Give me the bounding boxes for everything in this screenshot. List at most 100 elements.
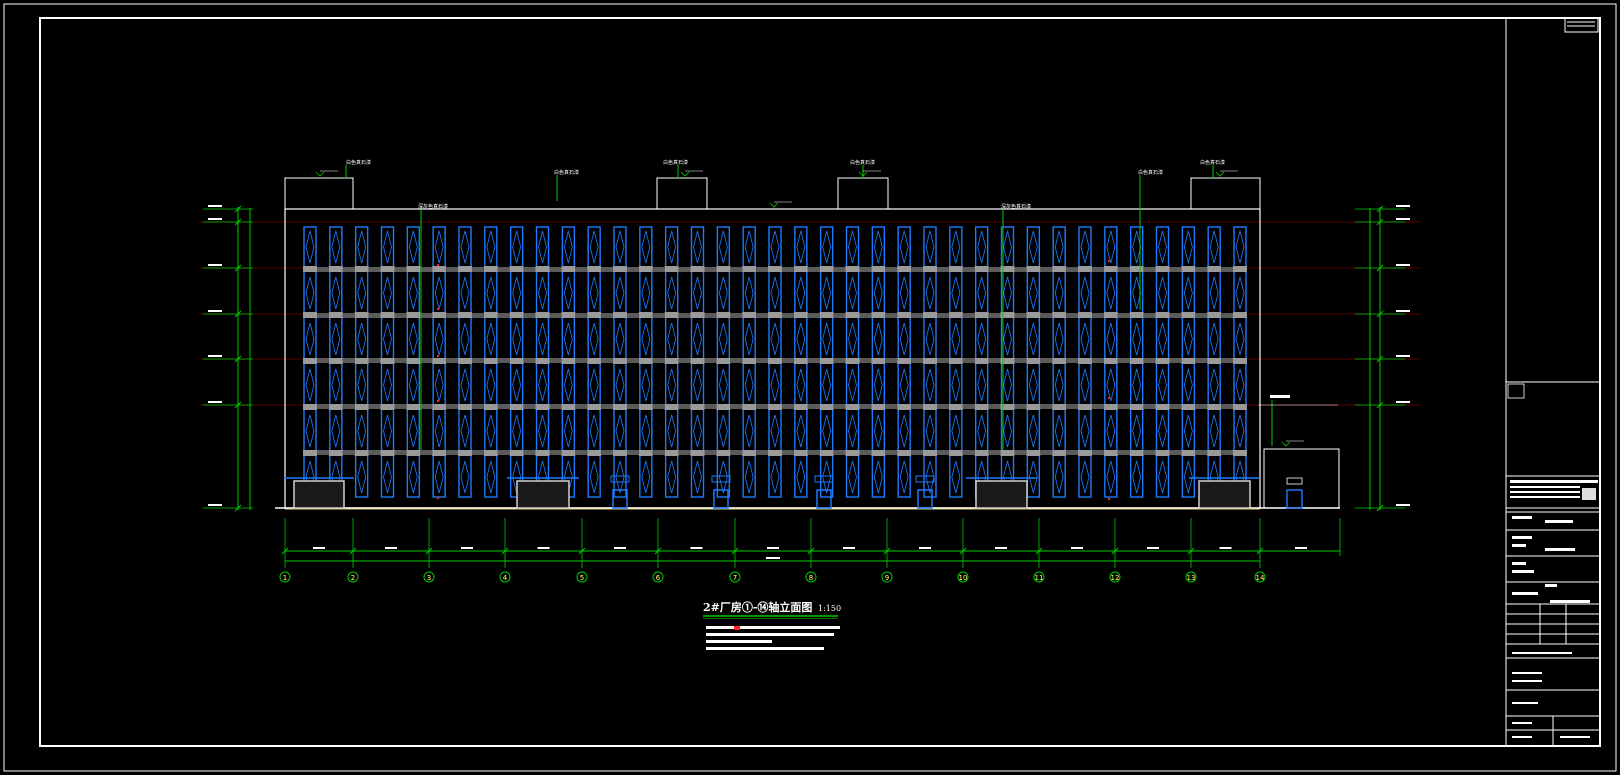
- spandrel-band: [988, 450, 1001, 455]
- spandrel-band: [1092, 404, 1104, 409]
- window-diamond: [331, 414, 341, 448]
- floor-band: [871, 358, 886, 364]
- spandrel-band: [1117, 450, 1130, 455]
- floor-band: [948, 266, 963, 272]
- window-diamond: [331, 276, 341, 310]
- floor-band: [587, 312, 602, 318]
- spandrel-band: [1092, 313, 1104, 318]
- spandrel-band: [601, 313, 613, 318]
- spandrel-band: [1221, 267, 1233, 272]
- floor-band: [432, 358, 447, 364]
- axis-dim-value: [461, 547, 473, 549]
- spandrel-band: [368, 313, 381, 318]
- spandrel-band: [549, 450, 562, 455]
- spandrel-band: [627, 450, 639, 455]
- floor-band: [587, 358, 602, 364]
- floor-band: [664, 358, 679, 364]
- cad-drawing-canvas: 白色真石漆白色真石漆白色真石漆 白色真石漆白色真石漆白色真石漆深灰色真石漆 深灰色真…: [3, 3, 1617, 772]
- floor-band: [1155, 266, 1170, 272]
- spandrel-band: [937, 267, 949, 272]
- axis-label: 13: [1187, 574, 1196, 582]
- window-diamond: [357, 230, 367, 264]
- window-diamond: [873, 276, 883, 310]
- window-diamond: [512, 368, 522, 402]
- floor-band: [974, 312, 989, 318]
- spandrel-band: [523, 313, 536, 318]
- window-diamond: [693, 460, 702, 494]
- window-diamond: [1003, 230, 1012, 264]
- spandrel-band: [601, 404, 613, 409]
- window-diamond: [796, 276, 806, 310]
- floor-band: [768, 450, 782, 456]
- floor-band: [1155, 404, 1170, 410]
- floor-band: [587, 266, 602, 272]
- floor-band: [1129, 450, 1144, 456]
- axis-label: 4: [503, 574, 508, 582]
- spandrel-band: [1221, 313, 1233, 318]
- floor-band: [948, 404, 963, 410]
- spandrel-band: [885, 358, 898, 363]
- level-value: [208, 401, 222, 403]
- floor-band: [716, 358, 731, 364]
- window-diamond: [434, 368, 444, 402]
- spandrel-band: [317, 404, 329, 409]
- spandrel-band: [1014, 450, 1027, 455]
- window-diamond: [1028, 368, 1038, 402]
- floor-band: [716, 404, 731, 410]
- outer-border: [3, 3, 1617, 772]
- window-diamond: [744, 322, 754, 356]
- spandrel-band: [1169, 267, 1182, 272]
- floor-band: [948, 312, 963, 318]
- window-diamond: [667, 322, 677, 356]
- spandrel-band: [549, 358, 562, 363]
- spandrel-band: [962, 450, 975, 455]
- spandrel-band: [1221, 358, 1233, 363]
- window-diamond: [1080, 460, 1090, 494]
- floor-band: [664, 404, 679, 410]
- floor-band: [328, 404, 343, 410]
- floor-band: [819, 450, 834, 456]
- spandrel-band: [885, 450, 898, 455]
- window-diamond: [589, 414, 599, 448]
- window-diamond: [951, 368, 961, 402]
- floor-band: [819, 312, 834, 318]
- floor-band: [613, 312, 627, 318]
- window-diamond: [1209, 276, 1219, 310]
- floor-band: [871, 312, 886, 318]
- floor-band: [458, 404, 472, 410]
- spandrel-band: [704, 358, 717, 363]
- spandrel-band: [730, 267, 743, 272]
- spandrel-band: [782, 358, 794, 363]
- window-diamond: [1183, 322, 1193, 356]
- window-diamond: [512, 230, 522, 264]
- level-value: [1396, 310, 1410, 312]
- window-diamond: [357, 460, 367, 494]
- window-diamond: [822, 322, 832, 356]
- floor-band: [1026, 404, 1041, 410]
- window-diamond: [331, 230, 341, 264]
- window-diamond: [796, 322, 806, 356]
- window-diamond: [1028, 460, 1038, 494]
- spandrel-band: [859, 404, 872, 409]
- window-diamond: [538, 230, 547, 264]
- window-diamond: [1209, 230, 1219, 264]
- annex-canopy: [1286, 477, 1303, 485]
- level-value: [1396, 205, 1410, 207]
- window-diamond: [718, 322, 728, 356]
- window-diamond: [408, 414, 418, 448]
- floor-band: [432, 266, 447, 272]
- floor-band: [1207, 450, 1222, 456]
- window-diamond: [383, 460, 392, 494]
- window-diamond: [873, 460, 883, 494]
- floor-band: [871, 266, 886, 272]
- floor-band: [1233, 404, 1247, 410]
- axis-label: 8: [809, 574, 813, 582]
- spandrel-band: [1221, 404, 1233, 409]
- corner-stamp: [1564, 17, 1599, 33]
- spandrel-band: [1143, 404, 1156, 409]
- spandrel-band: [678, 358, 691, 363]
- spandrel-band: [317, 450, 329, 455]
- spandrel-band: [911, 404, 923, 409]
- spandrel-band: [962, 404, 975, 409]
- spandrel-band: [1040, 313, 1053, 318]
